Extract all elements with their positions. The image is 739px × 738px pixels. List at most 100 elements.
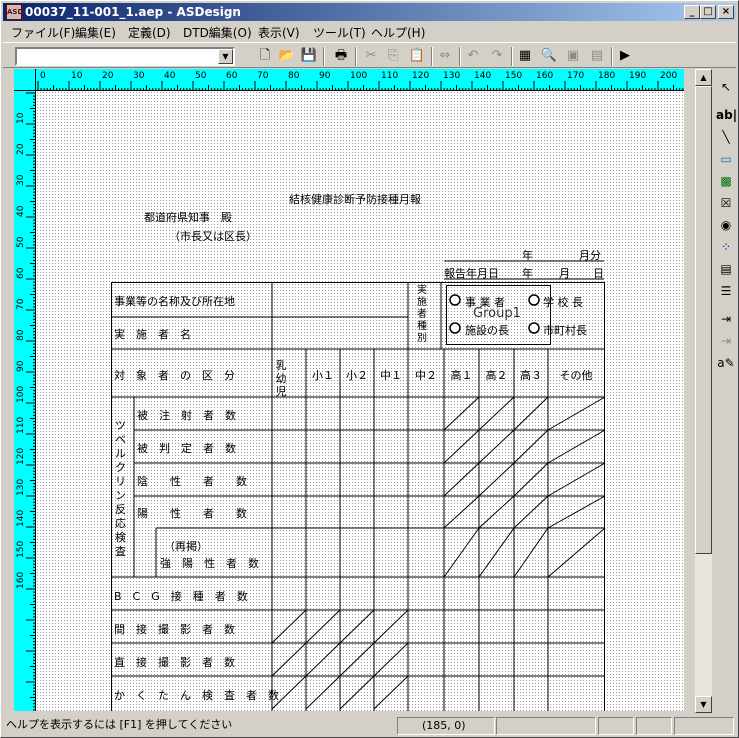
- tab-order-disabled-icon[interactable]: ⇥: [716, 331, 736, 351]
- menu-view[interactable]: 表示(V): [258, 24, 300, 41]
- line-icon[interactable]: ╲: [716, 127, 736, 147]
- col-j2[interactable]: 中２: [408, 367, 444, 383]
- col-other[interactable]: その他: [548, 367, 604, 383]
- ruler-label: 10: [71, 71, 83, 81]
- row-indirect[interactable]: 間 接 撮 影 者 数: [114, 621, 235, 637]
- addressee-label[interactable]: 都道府県知事 殿: [144, 209, 232, 225]
- tab-order-icon[interactable]: ⇥: [716, 309, 736, 329]
- implementer-label[interactable]: 実 施 者 名: [114, 326, 269, 342]
- year-label[interactable]: 年: [522, 247, 533, 263]
- month-part-label[interactable]: 月分: [579, 247, 601, 263]
- menu-dtd-edit[interactable]: DTD編集(O): [183, 24, 252, 41]
- zoom-icon[interactable]: 🔍: [539, 47, 559, 66]
- ruler-corner: [14, 69, 36, 91]
- ruler-label: 40: [164, 71, 176, 81]
- addressee-sub-label[interactable]: （市長又は区長）: [169, 228, 257, 244]
- run-icon[interactable]: ▶: [615, 47, 635, 66]
- report-date-label[interactable]: 報告年月日: [444, 265, 499, 281]
- close-button[interactable]: ×: [718, 5, 734, 19]
- business-name-label[interactable]: 事業等の名称及び所在地: [114, 293, 235, 309]
- month2-label[interactable]: 月: [559, 265, 570, 281]
- maximize-button[interactable]: □: [700, 5, 716, 19]
- ruler-label: 60: [226, 71, 238, 81]
- radio-mayor-label[interactable]: 市町村長: [543, 322, 587, 338]
- scroll-thumb[interactable]: [695, 86, 712, 554]
- save-icon[interactable]: 💾: [299, 47, 319, 66]
- implementer-type-label[interactable]: 実施者種別: [417, 285, 431, 345]
- print-icon[interactable]: 🖶: [331, 47, 351, 66]
- paste-icon[interactable]: 📋: [407, 47, 427, 66]
- scroll-up-icon[interactable]: ▲: [695, 69, 712, 86]
- group-icon[interactable]: ▤: [587, 47, 607, 66]
- radio-business-label[interactable]: 事 業 者: [465, 294, 505, 310]
- ruler-label: 10: [16, 112, 26, 124]
- rectangle-icon[interactable]: ▭: [716, 149, 736, 169]
- align-icon[interactable]: ▣: [563, 47, 583, 66]
- col-e1[interactable]: 小１: [306, 367, 340, 383]
- ruler-label: 140: [474, 71, 491, 81]
- col-infant[interactable]: 乳幼児: [274, 359, 288, 398]
- grid-icon[interactable]: ▦: [515, 47, 535, 66]
- open-folder-icon[interactable]: 📂: [277, 47, 297, 66]
- menu-define[interactable]: 定義(D): [128, 24, 171, 41]
- day2-label[interactable]: 日: [593, 265, 604, 281]
- row-judged[interactable]: 被 判 定 者 数: [137, 440, 236, 456]
- group-icon[interactable]: ⁘: [716, 237, 736, 257]
- pointer-icon[interactable]: ↖: [716, 77, 736, 97]
- app-icon[interactable]: ASD: [6, 4, 23, 20]
- ruler-label: 160: [16, 572, 26, 589]
- col-h2[interactable]: 高２: [479, 367, 514, 383]
- checkbox-icon[interactable]: ☒: [716, 193, 736, 213]
- design-canvas[interactable]: 結核健康診断予防接種月報 都道府県知事 殿 （市長又は区長） 年 月分 報告年月…: [36, 91, 684, 711]
- ruler-label: 60: [16, 267, 26, 279]
- menu-file[interactable]: ファイル(F): [11, 24, 75, 41]
- year2-label[interactable]: 年: [522, 265, 533, 281]
- menu-edit[interactable]: 編集(E): [75, 24, 116, 41]
- toolbar-separator: [511, 47, 513, 66]
- toolbar-separator: [323, 47, 325, 66]
- vertical-scrollbar[interactable]: ▲ ▼: [695, 69, 712, 713]
- swap-icon[interactable]: ⇔: [435, 47, 455, 66]
- radio-facility-label[interactable]: 施設の長: [465, 322, 509, 338]
- row-negative[interactable]: 陰 性 者 数: [137, 473, 247, 489]
- row-injected[interactable]: 被 注 射 者 数: [137, 407, 236, 423]
- image-icon[interactable]: ▩: [716, 171, 736, 191]
- radio-icon[interactable]: ◉: [716, 215, 736, 235]
- list-icon[interactable]: ☰: [716, 281, 736, 301]
- row-direct[interactable]: 直 接 撮 影 者 数: [114, 654, 235, 670]
- copy-icon[interactable]: ⎘: [383, 47, 403, 66]
- menu-help[interactable]: ヘルプ(H): [371, 24, 425, 41]
- ruler-label: 170: [567, 71, 584, 81]
- radio-principal-label[interactable]: 学 校 長: [543, 294, 583, 310]
- col-e2[interactable]: 小２: [340, 367, 374, 383]
- toolbar: ▼ 🗋 📂 💾 🖶 ✂ ⎘ 📋 ⇔ ↶ ↷ ▦ 🔍 ▣ ▤ ▶: [3, 42, 736, 68]
- element-combo[interactable]: ▼: [15, 47, 235, 66]
- table-icon[interactable]: ▤: [716, 259, 736, 279]
- row-strong-positive[interactable]: 強 陽 性 者 数: [160, 555, 259, 571]
- undo-icon[interactable]: ↶: [463, 47, 483, 66]
- window-title: 00037_11-001_1.aep - ASDesign: [25, 5, 241, 19]
- menu-tools[interactable]: ツール(T): [313, 24, 366, 41]
- new-file-icon[interactable]: 🗋: [255, 47, 275, 66]
- minimize-button[interactable]: _: [684, 5, 700, 19]
- tuberculin-label[interactable]: ツベルクリン反応検査: [115, 419, 129, 559]
- font-icon[interactable]: a✎: [716, 353, 736, 373]
- ruler-label: 70: [16, 298, 26, 310]
- vertical-ruler: 10 20 30 40 50 60 70 80 90 100 110 120 130 140 150 160: [14, 91, 36, 711]
- col-j1[interactable]: 中１: [374, 367, 408, 383]
- target-label[interactable]: 対 象 者 の 区 分: [114, 367, 235, 383]
- text-label-icon[interactable]: ab|: [716, 105, 737, 125]
- col-h3[interactable]: 高３: [514, 367, 548, 383]
- cut-icon[interactable]: ✂: [361, 47, 381, 66]
- row-sputum[interactable]: か く た ん 検 査 者 数: [114, 687, 279, 703]
- repost-label[interactable]: （再掲）: [164, 538, 208, 554]
- scroll-down-icon[interactable]: ▼: [695, 696, 712, 713]
- object-toolbox: ↖ ab| ╲ ▭ ▩ ☒ ◉ ⁘ ▤ ☰ ⇥ ⇥ a✎: [714, 69, 738, 713]
- form-title[interactable]: 結核健康診断予防接種月報: [289, 191, 421, 207]
- col-h1[interactable]: 高１: [444, 367, 479, 383]
- chevron-down-icon[interactable]: ▼: [218, 49, 233, 64]
- ruler-label: 20: [102, 71, 114, 81]
- row-positive[interactable]: 陽 性 者 数: [137, 505, 247, 521]
- row-bcg[interactable]: B C G 接 種 者 数: [114, 588, 248, 604]
- redo-icon[interactable]: ↷: [487, 47, 507, 66]
